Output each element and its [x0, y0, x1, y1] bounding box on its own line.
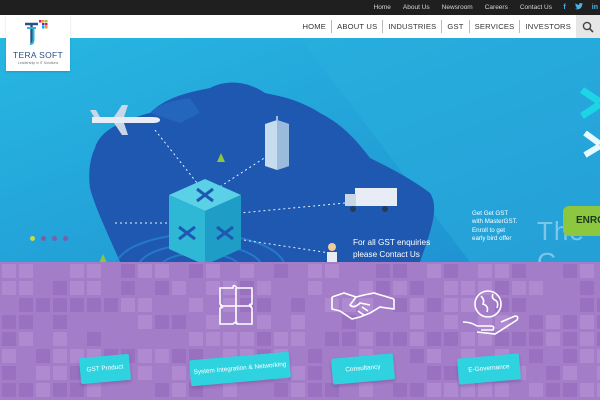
- top-link-contact-us[interactable]: Contact Us: [520, 4, 552, 11]
- top-links: Home About Us Newsroom Careers Contact U…: [374, 0, 552, 15]
- twitter-icon[interactable]: [574, 3, 583, 12]
- social-links: f in: [563, 0, 598, 15]
- top-link-home[interactable]: Home: [374, 4, 391, 11]
- top-link-about-us[interactable]: About Us: [403, 4, 430, 11]
- main-menu: HOME ABOUT US INDUSTRIES GST SERVICES IN…: [297, 15, 576, 38]
- top-bar: Home About Us Newsroom Careers Contact U…: [0, 0, 600, 15]
- menu-item-home[interactable]: HOME: [297, 20, 331, 33]
- menu-item-about-us[interactable]: ABOUT US: [331, 20, 382, 33]
- enquiry-line-1: For all GST enquiries: [353, 238, 431, 247]
- top-link-newsroom[interactable]: Newsroom: [442, 4, 473, 11]
- slider-dots: [30, 236, 68, 241]
- service-label-consultancy[interactable]: Consultancy: [330, 353, 396, 385]
- logo-mark-icon: [25, 20, 48, 45]
- services-section: GST Product System Integration & Network…: [0, 262, 600, 400]
- menu-item-services[interactable]: SERVICES: [468, 20, 520, 33]
- puzzle-icon: [219, 284, 253, 325]
- logo-name: TERA SOFT: [13, 50, 63, 60]
- slider-dot-4[interactable]: [63, 236, 68, 241]
- company-logo[interactable]: TERA SOFT Leadership in IT Solutions: [6, 15, 70, 71]
- menu-item-gst[interactable]: GST: [441, 20, 468, 33]
- slider-dot-1[interactable]: [30, 236, 35, 241]
- menu-item-industries[interactable]: INDUSTRIES: [382, 20, 441, 33]
- slider-dot-3[interactable]: [52, 236, 57, 241]
- enquiry-line-2[interactable]: please Contact Us: [353, 249, 430, 261]
- menu-item-investors[interactable]: INVESTORS: [519, 20, 576, 33]
- main-navbar: HOME ABOUT US INDUSTRIES GST SERVICES IN…: [0, 15, 600, 38]
- search-icon: [582, 21, 594, 33]
- globe-hand-icon: [462, 290, 519, 335]
- top-link-careers[interactable]: Careers: [485, 4, 508, 11]
- hero-slider[interactable]: The G Get Get GST with MasterGST. Enroll…: [0, 38, 600, 262]
- facebook-icon[interactable]: f: [563, 4, 565, 11]
- service-label-e-governance[interactable]: E-Governance: [456, 353, 522, 385]
- linkedin-icon[interactable]: in: [592, 4, 598, 11]
- gst-enquiry-text: For all GST enquiries please Contact Us: [353, 237, 430, 261]
- service-label-gst-product[interactable]: GST Product: [78, 353, 132, 385]
- handshake-icon: [331, 292, 395, 320]
- slider-dot-2[interactable]: [41, 236, 46, 241]
- logo-tagline: Leadership in IT Solutions: [17, 61, 59, 65]
- enroll-button[interactable]: ENRO: [563, 206, 600, 236]
- search-button[interactable]: [576, 15, 600, 38]
- gst-promo-text: Get Get GST with MasterGST. Enroll to ge…: [472, 210, 518, 243]
